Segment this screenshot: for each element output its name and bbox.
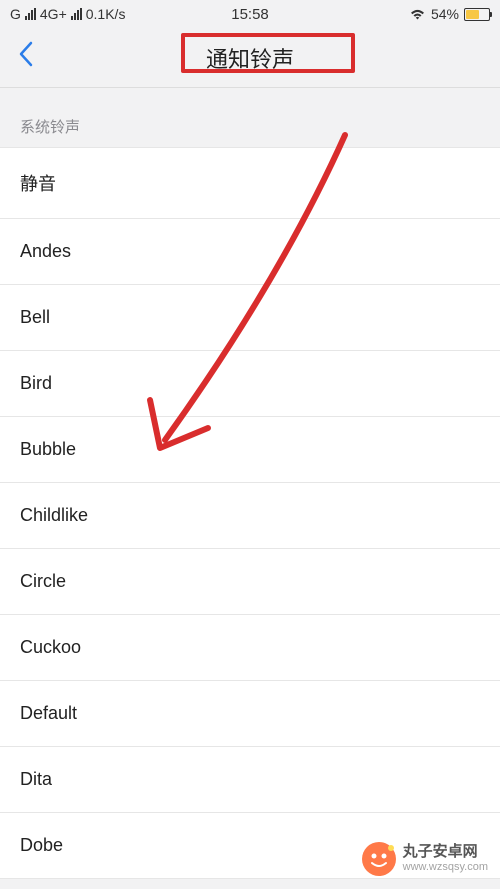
wifi-icon (409, 8, 426, 21)
status-left: G 4G+ 0.1K/s (10, 6, 125, 22)
status-time: 15:58 (231, 6, 269, 23)
watermark-url: www.wzsqsy.com (403, 861, 488, 874)
page-title: 通知铃声 (206, 42, 294, 74)
list-item[interactable]: Andes (0, 219, 500, 285)
section-header: 系统铃声 (0, 88, 500, 147)
carrier-label: G (10, 6, 21, 22)
list-item[interactable]: 静音 (0, 147, 500, 219)
list-item[interactable]: Bell (0, 285, 500, 351)
list-item[interactable]: Circle (0, 549, 500, 615)
watermark: 丸子安卓网 www.wzsqsy.com (361, 841, 488, 877)
back-button[interactable] (18, 41, 33, 74)
network-label: 4G+ (40, 6, 67, 22)
list-item[interactable]: Dita (0, 747, 500, 813)
speed-label: 0.1K/s (86, 6, 126, 22)
ringtone-list: 静音 Andes Bell Bird Bubble Childlike Circ… (0, 147, 500, 879)
list-item[interactable]: Cuckoo (0, 615, 500, 681)
signal-bars-icon (25, 8, 36, 20)
list-item[interactable]: Default (0, 681, 500, 747)
signal-bars-2-icon (71, 8, 82, 20)
status-bar: G 4G+ 0.1K/s 15:58 54% (0, 0, 500, 28)
list-item[interactable]: Bird (0, 351, 500, 417)
status-right: 54% (409, 6, 490, 22)
battery-icon (464, 8, 490, 21)
watermark-logo-icon (361, 841, 397, 877)
list-item[interactable]: Childlike (0, 483, 500, 549)
header: 通知铃声 (0, 28, 500, 88)
watermark-name: 丸子安卓网 (403, 843, 488, 861)
list-item[interactable]: Bubble (0, 417, 500, 483)
battery-pct: 54% (431, 6, 459, 22)
